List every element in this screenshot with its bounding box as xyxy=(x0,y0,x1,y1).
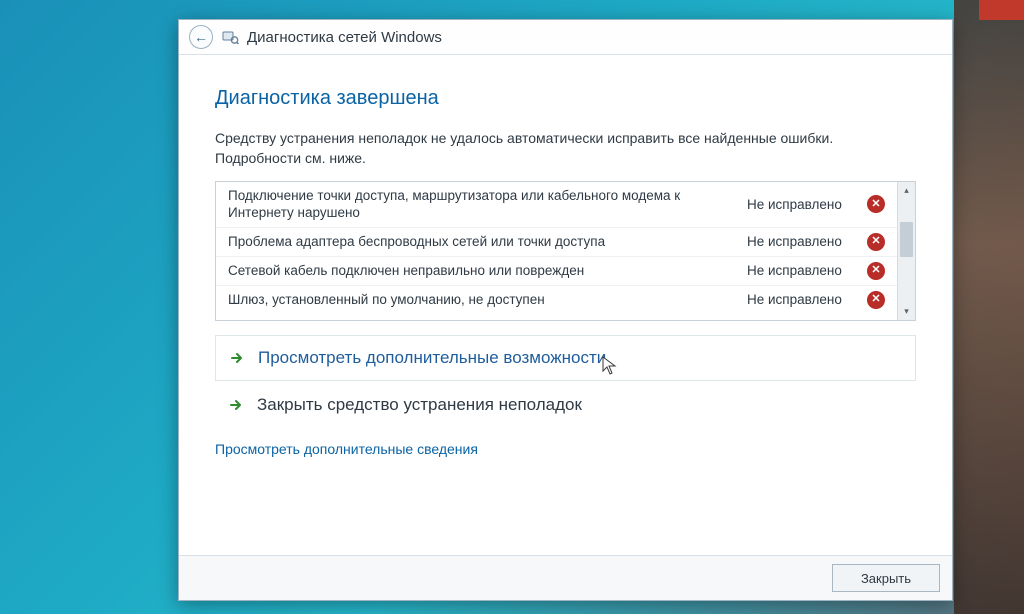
close-window-button-parent[interactable] xyxy=(979,0,1024,20)
arrow-right-icon xyxy=(229,398,243,412)
desktop-background: ← Диагностика сетей Windows Диагностика … xyxy=(0,0,1024,614)
main-subtext: Средству устранения неполадок не удалось… xyxy=(215,128,916,169)
diagnostics-icon xyxy=(221,28,239,46)
issue-status: Не исправлено xyxy=(747,197,857,212)
arrow-right-icon xyxy=(230,351,244,365)
issue-description: Сетевой кабель подключен неправильно или… xyxy=(228,262,737,280)
error-icon: ✕ xyxy=(867,291,885,309)
window-title: Диагностика сетей Windows xyxy=(247,29,442,46)
scroll-up-icon[interactable]: ▴ xyxy=(898,182,915,199)
back-arrow-icon: ← xyxy=(194,30,208,44)
scrollbar[interactable]: ▴ ▾ xyxy=(897,182,915,320)
error-icon: ✕ xyxy=(867,262,885,280)
issue-description: Подключение точки доступа, маршрутизатор… xyxy=(228,187,737,222)
issue-row[interactable]: Сетевой кабель подключен неправильно или… xyxy=(216,256,897,285)
scroll-down-icon[interactable]: ▾ xyxy=(898,303,915,320)
issue-row[interactable]: Шлюз, установленный по умолчанию, не дос… xyxy=(216,285,897,314)
issues-list: Подключение точки доступа, маршрутизатор… xyxy=(216,182,897,320)
issue-status: Не исправлено xyxy=(747,234,857,249)
back-button[interactable]: ← xyxy=(189,25,213,49)
window-content: Диагностика завершена Средству устранени… xyxy=(179,55,952,555)
error-icon: ✕ xyxy=(867,195,885,213)
window-header: ← Диагностика сетей Windows xyxy=(179,20,952,55)
error-icon: ✕ xyxy=(867,233,885,251)
issue-description: Шлюз, установленный по умолчанию, не дос… xyxy=(228,291,737,309)
view-details-link[interactable]: Просмотреть дополнительные сведения xyxy=(215,441,478,457)
issues-list-box: Подключение точки доступа, маршрутизатор… xyxy=(215,181,916,321)
issue-description: Проблема адаптера беспроводных сетей или… xyxy=(228,233,737,251)
close-button[interactable]: Закрыть xyxy=(832,564,940,592)
explore-options-label: Просмотреть дополнительные возможности xyxy=(258,348,606,368)
close-button-label: Закрыть xyxy=(861,571,911,586)
troubleshooter-window: ← Диагностика сетей Windows Диагностика … xyxy=(178,19,953,601)
explore-options-action[interactable]: Просмотреть дополнительные возможности xyxy=(215,335,916,381)
window-footer: Закрыть xyxy=(179,555,952,600)
issue-status: Не исправлено xyxy=(747,292,857,307)
issue-row[interactable]: Подключение точки доступа, маршрутизатор… xyxy=(216,182,897,227)
issue-row[interactable]: Проблема адаптера беспроводных сетей или… xyxy=(216,227,897,256)
close-troubleshooter-action[interactable]: Закрыть средство устранения неполадок xyxy=(215,385,916,415)
close-troubleshooter-label: Закрыть средство устранения неполадок xyxy=(257,395,582,415)
scroll-thumb[interactable] xyxy=(900,222,913,257)
main-heading: Диагностика завершена xyxy=(215,87,916,110)
issue-status: Не исправлено xyxy=(747,263,857,278)
